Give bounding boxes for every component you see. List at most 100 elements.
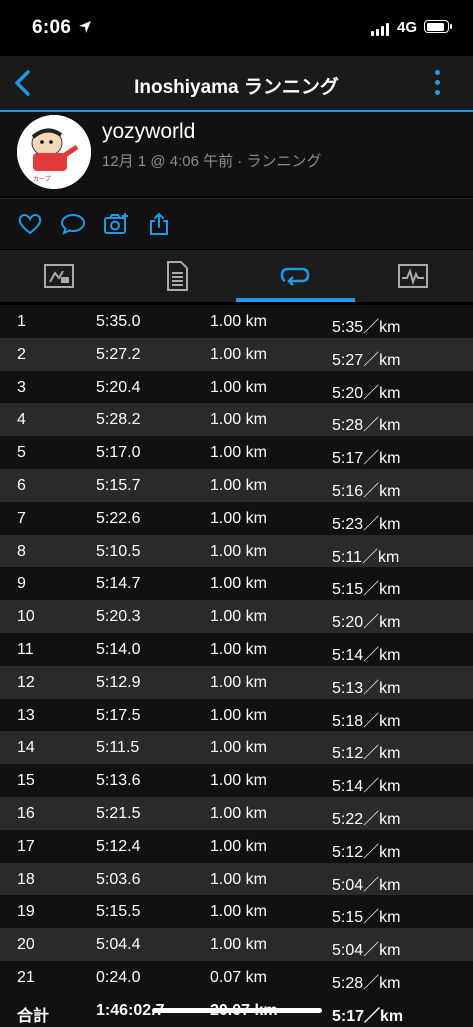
lap-pace: 5:04／km: [332, 876, 401, 894]
status-bar: 6:06 4G: [0, 0, 473, 56]
home-indicator[interactable]: [152, 1008, 322, 1013]
lap-distance: 1.00 km: [210, 411, 267, 429]
lap-time: 5:10.5: [96, 542, 141, 560]
table-row[interactable]: 11 5:14.0 1.00 km 5:14／km: [0, 632, 473, 666]
lap-pace: 5:20／km: [332, 614, 401, 632]
table-row[interactable]: 5 5:17.0 1.00 km 5:17／km: [0, 436, 473, 469]
table-row[interactable]: 4 5:28.2 1.00 km 5:28／km: [0, 403, 473, 437]
share-icon[interactable]: [146, 211, 172, 237]
table-row[interactable]: 15 5:13.6 1.00 km 5:14／km: [0, 764, 473, 797]
total-label: 合計: [17, 1007, 50, 1025]
comment-icon[interactable]: [60, 211, 86, 237]
table-row[interactable]: 10 5:20.3 1.00 km 5:20／km: [0, 600, 473, 633]
tab-overview[interactable]: [0, 250, 118, 302]
overview-icon: [44, 264, 74, 288]
lap-pace: 5:12／km: [332, 843, 401, 861]
tab-charts[interactable]: [354, 250, 472, 302]
table-row[interactable]: 6 5:15.7 1.00 km 5:16／km: [0, 468, 473, 502]
lap-distance: 1.00 km: [210, 772, 267, 790]
total-pace: 5:17／km: [332, 1007, 404, 1025]
table-row[interactable]: 12 5:12.9 1.00 km 5:13／km: [0, 665, 473, 699]
more-options-button[interactable]: [428, 68, 448, 98]
table-row[interactable]: 1 5:35.0 1.00 km 5:35／km: [0, 305, 473, 338]
lap-time: 5:13.6: [96, 772, 141, 790]
lap-time: 5:15.5: [96, 903, 141, 921]
table-row[interactable]: 18 5:03.6 1.00 km 5:04／km: [0, 862, 473, 896]
table-row[interactable]: 17 5:12.4 1.00 km 5:12／km: [0, 829, 473, 863]
lap-time: 5:11.5: [96, 739, 140, 757]
tab-laps[interactable]: [236, 250, 354, 302]
lap-pace: 5:15／km: [332, 909, 401, 927]
laps-table: 1 5:35.0 1.00 km 5:35／km 2 5:27.2 1.00 km 5:27／…: [0, 305, 473, 1027]
table-row[interactable]: 3 5:20.4 1.00 km 5:20／km: [0, 370, 473, 404]
table-row[interactable]: 21 0:24.0 0.07 km 5:28／km: [0, 960, 473, 994]
table-row[interactable]: 14 5:11.5 1.00 km 5:12／km: [0, 731, 473, 765]
lap-number: 2: [17, 345, 26, 363]
action-bar: [0, 198, 473, 249]
lap-distance: 1.00 km: [210, 313, 267, 330]
table-row[interactable]: 16 5:21.5 1.00 km 5:22／km: [0, 796, 473, 830]
lap-pace: 5:35／km: [332, 319, 401, 336]
avatar[interactable]: カープ: [17, 115, 91, 189]
lap-number: 5: [17, 444, 26, 462]
lap-time: 5:17.5: [96, 706, 141, 724]
lap-number: 6: [17, 476, 26, 494]
lap-pace: 5:23／km: [332, 515, 401, 533]
lap-number: 10: [17, 608, 35, 626]
user-name[interactable]: yozyworld: [102, 120, 195, 144]
lap-number: 17: [17, 837, 35, 855]
lap-pace: 5:18／km: [332, 712, 401, 730]
lap-distance: 1.00 km: [210, 870, 267, 888]
lap-distance: 1.00 km: [210, 739, 267, 757]
lap-time: 5:03.6: [96, 870, 141, 888]
back-button[interactable]: [8, 64, 42, 102]
lap-number: 21: [17, 968, 35, 986]
table-row[interactable]: 9 5:14.7 1.00 km 5:15／km: [0, 567, 473, 601]
table-row[interactable]: 2 5:27.2 1.00 km 5:27／km: [0, 337, 473, 371]
lap-distance: 0.07 km: [210, 968, 267, 986]
signal-icon: [371, 22, 389, 36]
lap-distance: 1.00 km: [210, 673, 267, 691]
lap-time: 5:12.4: [96, 837, 141, 855]
lap-pace: 5:16／km: [332, 482, 401, 500]
avatar-image: カープ: [17, 115, 91, 189]
lap-number: 15: [17, 772, 35, 790]
lap-distance: 1.00 km: [210, 444, 267, 462]
lap-number: 9: [17, 575, 26, 593]
table-row[interactable]: 7 5:22.6 1.00 km 5:23／km: [0, 501, 473, 535]
lap-time: 5:27.2: [96, 345, 141, 363]
lap-time: 5:12.9: [96, 673, 141, 691]
lap-time: 5:21.5: [96, 804, 141, 822]
table-row[interactable]: 19 5:15.5 1.00 km 5:15／km: [0, 895, 473, 929]
tab-details[interactable]: [118, 250, 236, 302]
lap-distance: 1.00 km: [210, 903, 267, 921]
heart-icon[interactable]: [17, 211, 43, 237]
lap-distance: 1.00 km: [210, 706, 267, 724]
lap-number: 18: [17, 870, 35, 888]
lap-time: 5:15.7: [96, 476, 141, 494]
page-title: Inoshiyama ランニング: [134, 77, 339, 98]
table-row[interactable]: 8 5:10.5 1.00 km 5:11／km: [0, 534, 473, 568]
lap-number: 11: [17, 640, 34, 658]
network-type: 4G: [397, 19, 418, 36]
lap-distance: 1.00 km: [210, 378, 267, 396]
lap-distance: 1.00 km: [210, 542, 267, 560]
camera-icon[interactable]: [103, 211, 129, 237]
lap-time: 5:20.4: [96, 378, 141, 396]
lap-time: 5:04.4: [96, 936, 141, 954]
table-row[interactable]: 20 5:04.4 1.00 km 5:04／km: [0, 928, 473, 961]
lap-time: 0:24.0: [96, 968, 141, 986]
lap-distance: 1.00 km: [210, 575, 267, 593]
lap-number: 16: [17, 804, 35, 822]
lap-pace: 5:12／km: [332, 745, 401, 763]
lap-pace: 5:28／km: [332, 417, 401, 435]
location-arrow-icon: [79, 21, 91, 33]
lap-time: 5:14.7: [96, 575, 141, 593]
lap-number: 19: [17, 903, 35, 921]
charts-icon: [398, 264, 428, 288]
table-row[interactable]: 13 5:17.5 1.00 km 5:18／km: [0, 698, 473, 732]
lap-time: 5:17.0: [96, 444, 141, 462]
lap-pace: 5:11／km: [332, 548, 400, 566]
lap-number: 13: [17, 706, 35, 724]
lap-distance: 1.00 km: [210, 936, 267, 954]
